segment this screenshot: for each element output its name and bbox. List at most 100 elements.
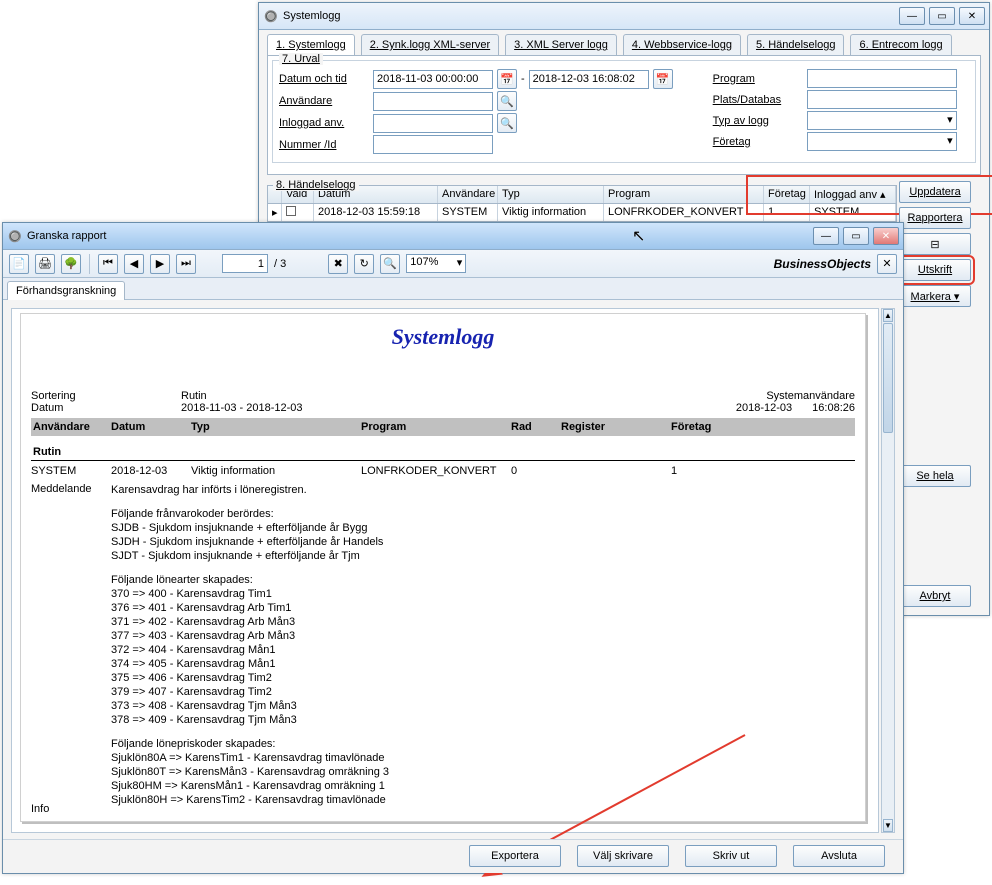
report-line: 375 => 406 - Karensavdrag Tim2 xyxy=(111,671,855,685)
window-title: Systemlogg xyxy=(283,10,340,22)
report-line: Sjuklön80H => KarensTim2 - Karensavdrag … xyxy=(111,793,855,807)
label-typ: Typ av logg xyxy=(713,115,803,127)
info-label: Info xyxy=(31,803,49,815)
report-line: 374 => 405 - Karensavdrag Mån1 xyxy=(111,657,855,671)
report-line: 378 => 409 - Karensavdrag Tjm Mån3 xyxy=(111,713,855,727)
prev-page-icon[interactable]: ◀ xyxy=(124,254,144,274)
inloggad-input[interactable] xyxy=(373,114,493,133)
calendar-from-icon[interactable]: 📅 xyxy=(497,69,517,89)
valj-skrivare-button[interactable]: Välj skrivare xyxy=(577,845,669,867)
program-input[interactable] xyxy=(807,69,957,88)
report-line: 376 => 401 - Karensavdrag Arb Tim1 xyxy=(111,601,855,615)
report-line: 373 => 408 - Karensavdrag Tjm Mån3 xyxy=(111,699,855,713)
report-line: 372 => 404 - Karensavdrag Mån1 xyxy=(111,643,855,657)
next-page-icon[interactable]: ▶ xyxy=(150,254,170,274)
table-row[interactable]: ▸ 2018-12-03 15:59:18 SYSTEM Viktig info… xyxy=(267,204,897,222)
rapportera-button[interactable]: Rapportera xyxy=(899,207,971,229)
meta-systemanvandare: Systemanvändare xyxy=(766,390,855,402)
foretag-select[interactable]: ▾ xyxy=(807,132,957,151)
uppdatera-button[interactable]: Uppdatera xyxy=(899,181,971,203)
maximize-button[interactable]: ▭ xyxy=(929,7,955,25)
cursor-icon: ↖ xyxy=(632,226,646,244)
avsluta-button[interactable]: Avsluta xyxy=(793,845,885,867)
meddelande-label: Meddelande xyxy=(31,483,111,807)
meta-sortering-label: Sortering xyxy=(31,390,111,402)
tab-systemlogg[interactable]: 1. Systemlogg xyxy=(267,34,355,55)
preview-titlebar: 🔘 Granska rapport — ▭ ✕ xyxy=(3,223,903,250)
minimize-button[interactable]: — xyxy=(899,7,925,25)
tab-webservice[interactable]: 4. Webbservice-logg xyxy=(623,34,741,55)
vertical-scrollbar[interactable]: ▲ ▼ xyxy=(881,308,895,833)
tab-synklogg[interactable]: 2. Synk.logg XML-server xyxy=(361,34,499,55)
zoom-select[interactable]: 107%▾ xyxy=(406,254,466,273)
label-nummer: Nummer /Id xyxy=(279,139,369,151)
preview-minimize-button[interactable]: — xyxy=(813,227,839,245)
brand-close-icon[interactable]: ✕ xyxy=(877,254,897,274)
report-line: SJDT - Sjukdom insjuknande + efterföljan… xyxy=(111,549,855,563)
label-foretag: Företag xyxy=(713,136,803,148)
subtab-preview[interactable]: Förhandsgranskning xyxy=(7,281,125,300)
report-line: Sjuklön80T => KarensMån3 - Karensavdrag … xyxy=(111,765,855,779)
report-line: 371 => 402 - Karensavdrag Arb Mån3 xyxy=(111,615,855,629)
handelselogg-legend: 8. Händelselogg xyxy=(273,179,359,191)
export-icon[interactable]: 📄 xyxy=(9,254,29,274)
systemlogg-titlebar: 🔘 Systemlogg — ▭ ✕ xyxy=(259,3,989,30)
page-current-input[interactable] xyxy=(222,254,268,273)
skriv-ut-button[interactable]: Skriv ut xyxy=(685,845,777,867)
report-line: 370 => 400 - Karensavdrag Tim1 xyxy=(111,587,855,601)
utskrift-button[interactable]: Utskrift xyxy=(899,259,971,281)
report-line: SJDH - Sjukdom insjuknande + efterföljan… xyxy=(111,535,855,549)
print-icon[interactable]: 🖨 xyxy=(35,254,55,274)
exportera-button[interactable]: Exportera xyxy=(469,845,561,867)
report-line: Sjuk80HM => KarensMån1 - Karensavdrag om… xyxy=(111,779,855,793)
label-program: Program xyxy=(713,73,803,85)
date-to-input[interactable] xyxy=(529,70,649,89)
search-icon[interactable]: 🔍 xyxy=(380,254,400,274)
label-anvandare: Användare xyxy=(279,95,369,107)
tree-icon[interactable]: 🌳 xyxy=(61,254,81,274)
report-line: 377 => 403 - Karensavdrag Arb Mån3 xyxy=(111,629,855,643)
close-button[interactable]: ✕ xyxy=(959,7,985,25)
urval-legend: 7. Urval xyxy=(279,53,323,65)
app-icon: 🔘 xyxy=(263,8,279,24)
sehela-button[interactable]: Se hela xyxy=(899,465,971,487)
tab-handelselogg[interactable]: 5. Händelselogg xyxy=(747,34,845,55)
preview-icon: 🔘 xyxy=(7,228,23,244)
page-total: / 3 xyxy=(274,258,286,270)
tab-xmlserver[interactable]: 3. XML Server logg xyxy=(505,34,617,55)
grid-header: Vald Datum Användare Typ Program Företag… xyxy=(267,185,897,204)
meta-datum-label: Datum xyxy=(31,402,111,414)
label-inloggad: Inloggad anv. xyxy=(279,117,369,129)
meta-date: 2018-12-03 xyxy=(736,402,792,414)
date-from-input[interactable] xyxy=(373,70,493,89)
preview-title: Granska rapport xyxy=(27,230,106,242)
report-line: SJDB - Sjukdom insjuknande + efterföljan… xyxy=(111,521,855,535)
rutin-subtitle: Rutin xyxy=(31,446,855,458)
preview-maximize-button[interactable]: ▭ xyxy=(843,227,869,245)
meta-sortering-value: Rutin xyxy=(181,390,207,402)
anvandare-input[interactable] xyxy=(373,92,493,111)
brand-logo: BusinessObjects xyxy=(774,257,871,271)
refresh-icon[interactable]: ↻ xyxy=(354,254,374,274)
label-plats: Plats/Databas xyxy=(713,94,803,106)
search-inloggad-icon[interactable]: 🔍 xyxy=(497,113,517,133)
search-anvandare-icon[interactable]: 🔍 xyxy=(497,91,517,111)
report-title: Systemlogg xyxy=(31,324,855,350)
first-page-icon[interactable]: ⏮ xyxy=(98,254,118,274)
tab-entrecom[interactable]: 6. Entrecom logg xyxy=(850,34,951,55)
meta-datum-value: 2018-11-03 - 2018-12-03 xyxy=(181,402,303,414)
report-line: Sjuklön80A => KarensTim1 - Karensavdrag … xyxy=(111,751,855,765)
plats-input[interactable] xyxy=(807,90,957,109)
label-datum: Datum och tid xyxy=(279,73,369,85)
report-line: 379 => 407 - Karensavdrag Tim2 xyxy=(111,685,855,699)
avbryt-button[interactable]: Avbryt xyxy=(899,585,971,607)
collapse-button[interactable]: ⊟ xyxy=(899,233,971,255)
typ-select[interactable]: ▾ xyxy=(807,111,957,130)
stop-icon[interactable]: ✖ xyxy=(328,254,348,274)
nummer-input[interactable] xyxy=(373,135,493,154)
markera-button[interactable]: Markera ▾ xyxy=(899,285,971,307)
calendar-to-icon[interactable]: 📅 xyxy=(653,69,673,89)
preview-close-button[interactable]: ✕ xyxy=(873,227,899,245)
meta-time: 16:08:26 xyxy=(812,402,855,414)
last-page-icon[interactable]: ⏭ xyxy=(176,254,196,274)
